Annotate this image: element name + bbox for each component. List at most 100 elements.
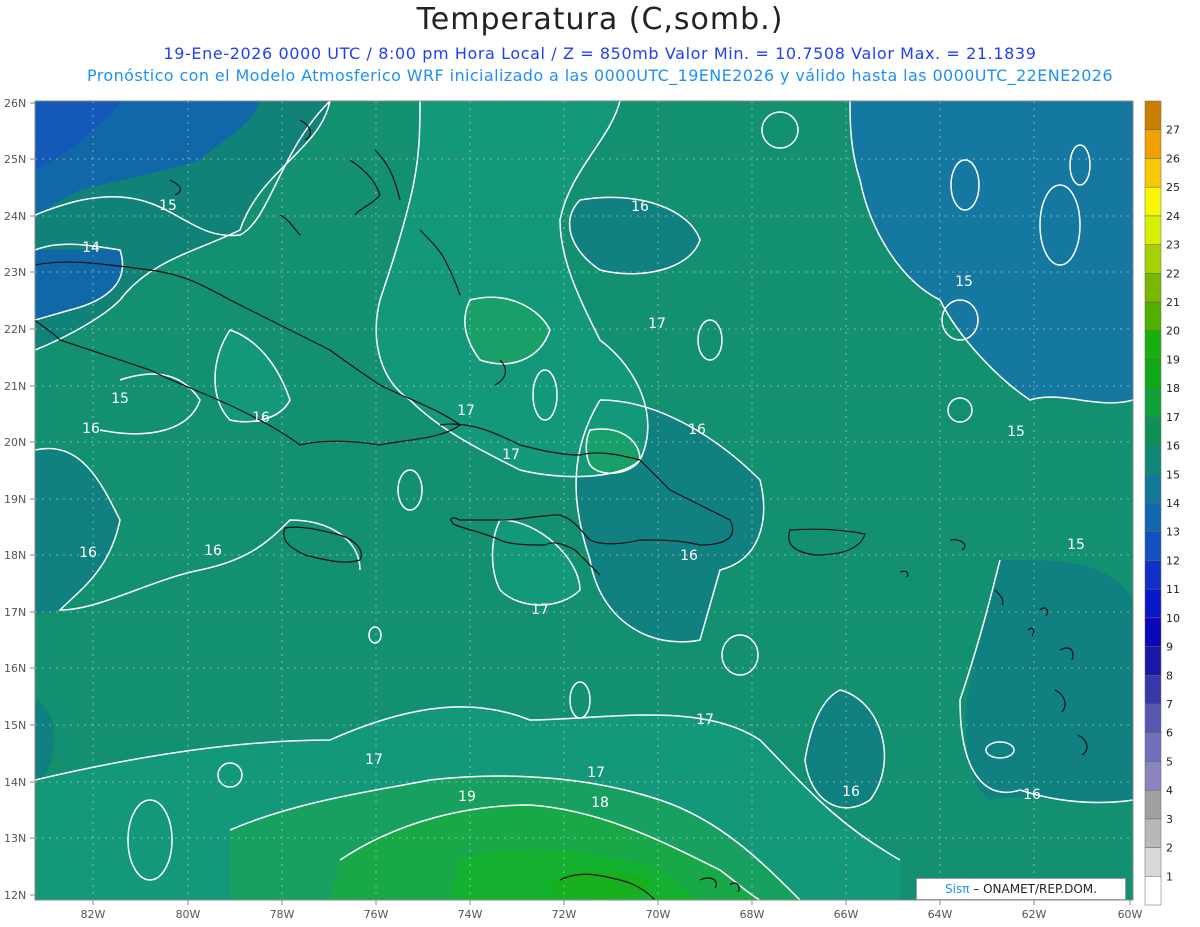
credit-text: – ONAMET/REP.DOM.	[973, 882, 1097, 896]
contour-label: 14	[82, 240, 100, 256]
colorbar-swatch	[1144, 588, 1162, 619]
colorbar-swatch	[1144, 359, 1162, 389]
colorbar-label: 13	[1166, 526, 1180, 539]
contour-label: 16	[252, 410, 270, 426]
lon-label: 70W	[646, 908, 671, 921]
colorbar-label: 23	[1166, 239, 1180, 252]
contour-label: 15	[1067, 537, 1085, 553]
colorbar-swatch	[1144, 675, 1162, 705]
colorbar-swatch	[1144, 502, 1162, 532]
colorbar-label: 19	[1166, 353, 1180, 366]
colorbar-swatch	[1144, 330, 1162, 360]
lat-label: 20N	[4, 436, 26, 449]
colorbar-label: 18	[1166, 382, 1180, 395]
temperature-field	[35, 101, 1133, 900]
contour-label: 17	[696, 712, 714, 728]
lon-label: 66W	[834, 908, 859, 921]
colorbar-label: 2	[1166, 842, 1173, 855]
colorbar-label: 22	[1166, 267, 1180, 280]
colorbar-swatch	[1144, 387, 1162, 418]
colorbar-label: 10	[1166, 612, 1180, 625]
colorbar-label: 21	[1166, 296, 1180, 309]
contour-label: 16	[631, 199, 649, 215]
lon-label: 82W	[81, 908, 106, 921]
contour-label: 18	[591, 795, 609, 811]
colorbar-swatch	[1144, 215, 1162, 245]
lat-label: 19N	[4, 493, 26, 506]
lat-label: 26N	[4, 97, 26, 110]
colorbar-label: 20	[1166, 325, 1180, 338]
colorbar-swatch	[1144, 847, 1162, 877]
lon-label: 68W	[740, 908, 765, 921]
colorbar-label: 8	[1166, 669, 1173, 682]
colorbar-label: 15	[1166, 468, 1180, 481]
colorbar-label: 25	[1166, 181, 1180, 194]
lon-label: 78W	[270, 908, 295, 921]
colorbar-swatch	[1144, 646, 1162, 676]
credit-brand: Sisπ	[945, 882, 970, 896]
colorbar-label: 17	[1166, 411, 1180, 424]
forecast-map: 26N 25N 24N 23N 22N 21N 20N 19N 18N 17N …	[4, 97, 1180, 921]
contour-label: 17	[587, 765, 605, 781]
colorbar-swatch	[1144, 301, 1162, 331]
colorbar-label: 3	[1166, 813, 1173, 826]
lat-label: 18N	[4, 549, 26, 562]
lat-label: 12N	[4, 889, 26, 902]
colorbar-label: 16	[1166, 440, 1180, 453]
contour-label: 16	[680, 548, 698, 564]
contour-label: 15	[159, 198, 177, 214]
colorbar-label: 9	[1166, 641, 1173, 654]
colorbar-swatch	[1144, 818, 1162, 848]
colorbar-label: 4	[1166, 784, 1173, 797]
colorbar-label: 12	[1166, 554, 1180, 567]
lon-label: 60W	[1118, 908, 1143, 921]
contour-label: 15	[1007, 424, 1025, 440]
contour-label: 16	[1023, 787, 1041, 803]
colorbar-swatch	[1144, 617, 1162, 647]
contour-label: 16	[842, 784, 860, 800]
colorbar-label: 11	[1166, 583, 1180, 596]
credit-box: Sisπ – ONAMET/REP.DOM.	[916, 878, 1126, 900]
colorbar-swatch	[1144, 560, 1162, 590]
contour-label: 16	[688, 422, 706, 438]
subtitle-model-info: Pronóstico con el Modelo Atmosferico WRF…	[87, 66, 1113, 85]
contour-label: 16	[204, 543, 222, 559]
colorbar-swatch	[1144, 100, 1162, 130]
contour-label: 17	[531, 602, 549, 618]
colorbar-swatch	[1144, 761, 1162, 791]
colorbar-label: 7	[1166, 698, 1173, 711]
lat-label: 17N	[4, 606, 26, 619]
colorbar-label: 1	[1166, 870, 1173, 883]
colorbar-swatch	[1144, 129, 1162, 159]
colorbar-swatch	[1144, 703, 1162, 733]
subtitle-date-level: 19-Ene-2026 0000 UTC / 8:00 pm Hora Loca…	[163, 44, 1037, 63]
colorbar-swatch	[1144, 789, 1162, 820]
colorbar: 1234567891011121314151617181920212223242…	[1144, 100, 1180, 906]
lon-label: 80W	[176, 908, 201, 921]
lat-label: 21N	[4, 380, 26, 393]
colorbar-swatch	[1144, 732, 1162, 762]
colorbar-label: 26	[1166, 152, 1180, 165]
colorbar-swatch	[1144, 474, 1162, 504]
colorbar-label: 14	[1166, 497, 1180, 510]
colorbar-label: 6	[1166, 727, 1173, 740]
contour-label: 17	[648, 316, 666, 332]
contour-label: 16	[82, 421, 100, 437]
colorbar-label: 27	[1166, 124, 1180, 137]
colorbar-label: 5	[1166, 755, 1173, 768]
lon-label: 64W	[928, 908, 953, 921]
lon-label: 76W	[364, 908, 389, 921]
lat-label: 15N	[4, 719, 26, 732]
contour-label: 19	[458, 789, 476, 805]
lat-label: 16N	[4, 662, 26, 675]
contour-label: 16	[79, 545, 97, 561]
colorbar-swatch	[1144, 416, 1162, 446]
lat-label: 14N	[4, 776, 26, 789]
lon-label: 72W	[552, 908, 577, 921]
lon-label: 62W	[1022, 908, 1047, 921]
contour-label: 17	[502, 447, 520, 463]
contour-label: 15	[111, 391, 129, 407]
longitude-labels: 82W 80W 78W 76W 74W 72W 70W 68W 66W 64W …	[81, 908, 1143, 921]
latitude-labels: 26N 25N 24N 23N 22N 21N 20N 19N 18N 17N …	[4, 97, 26, 902]
contour-label: 15	[955, 274, 973, 290]
